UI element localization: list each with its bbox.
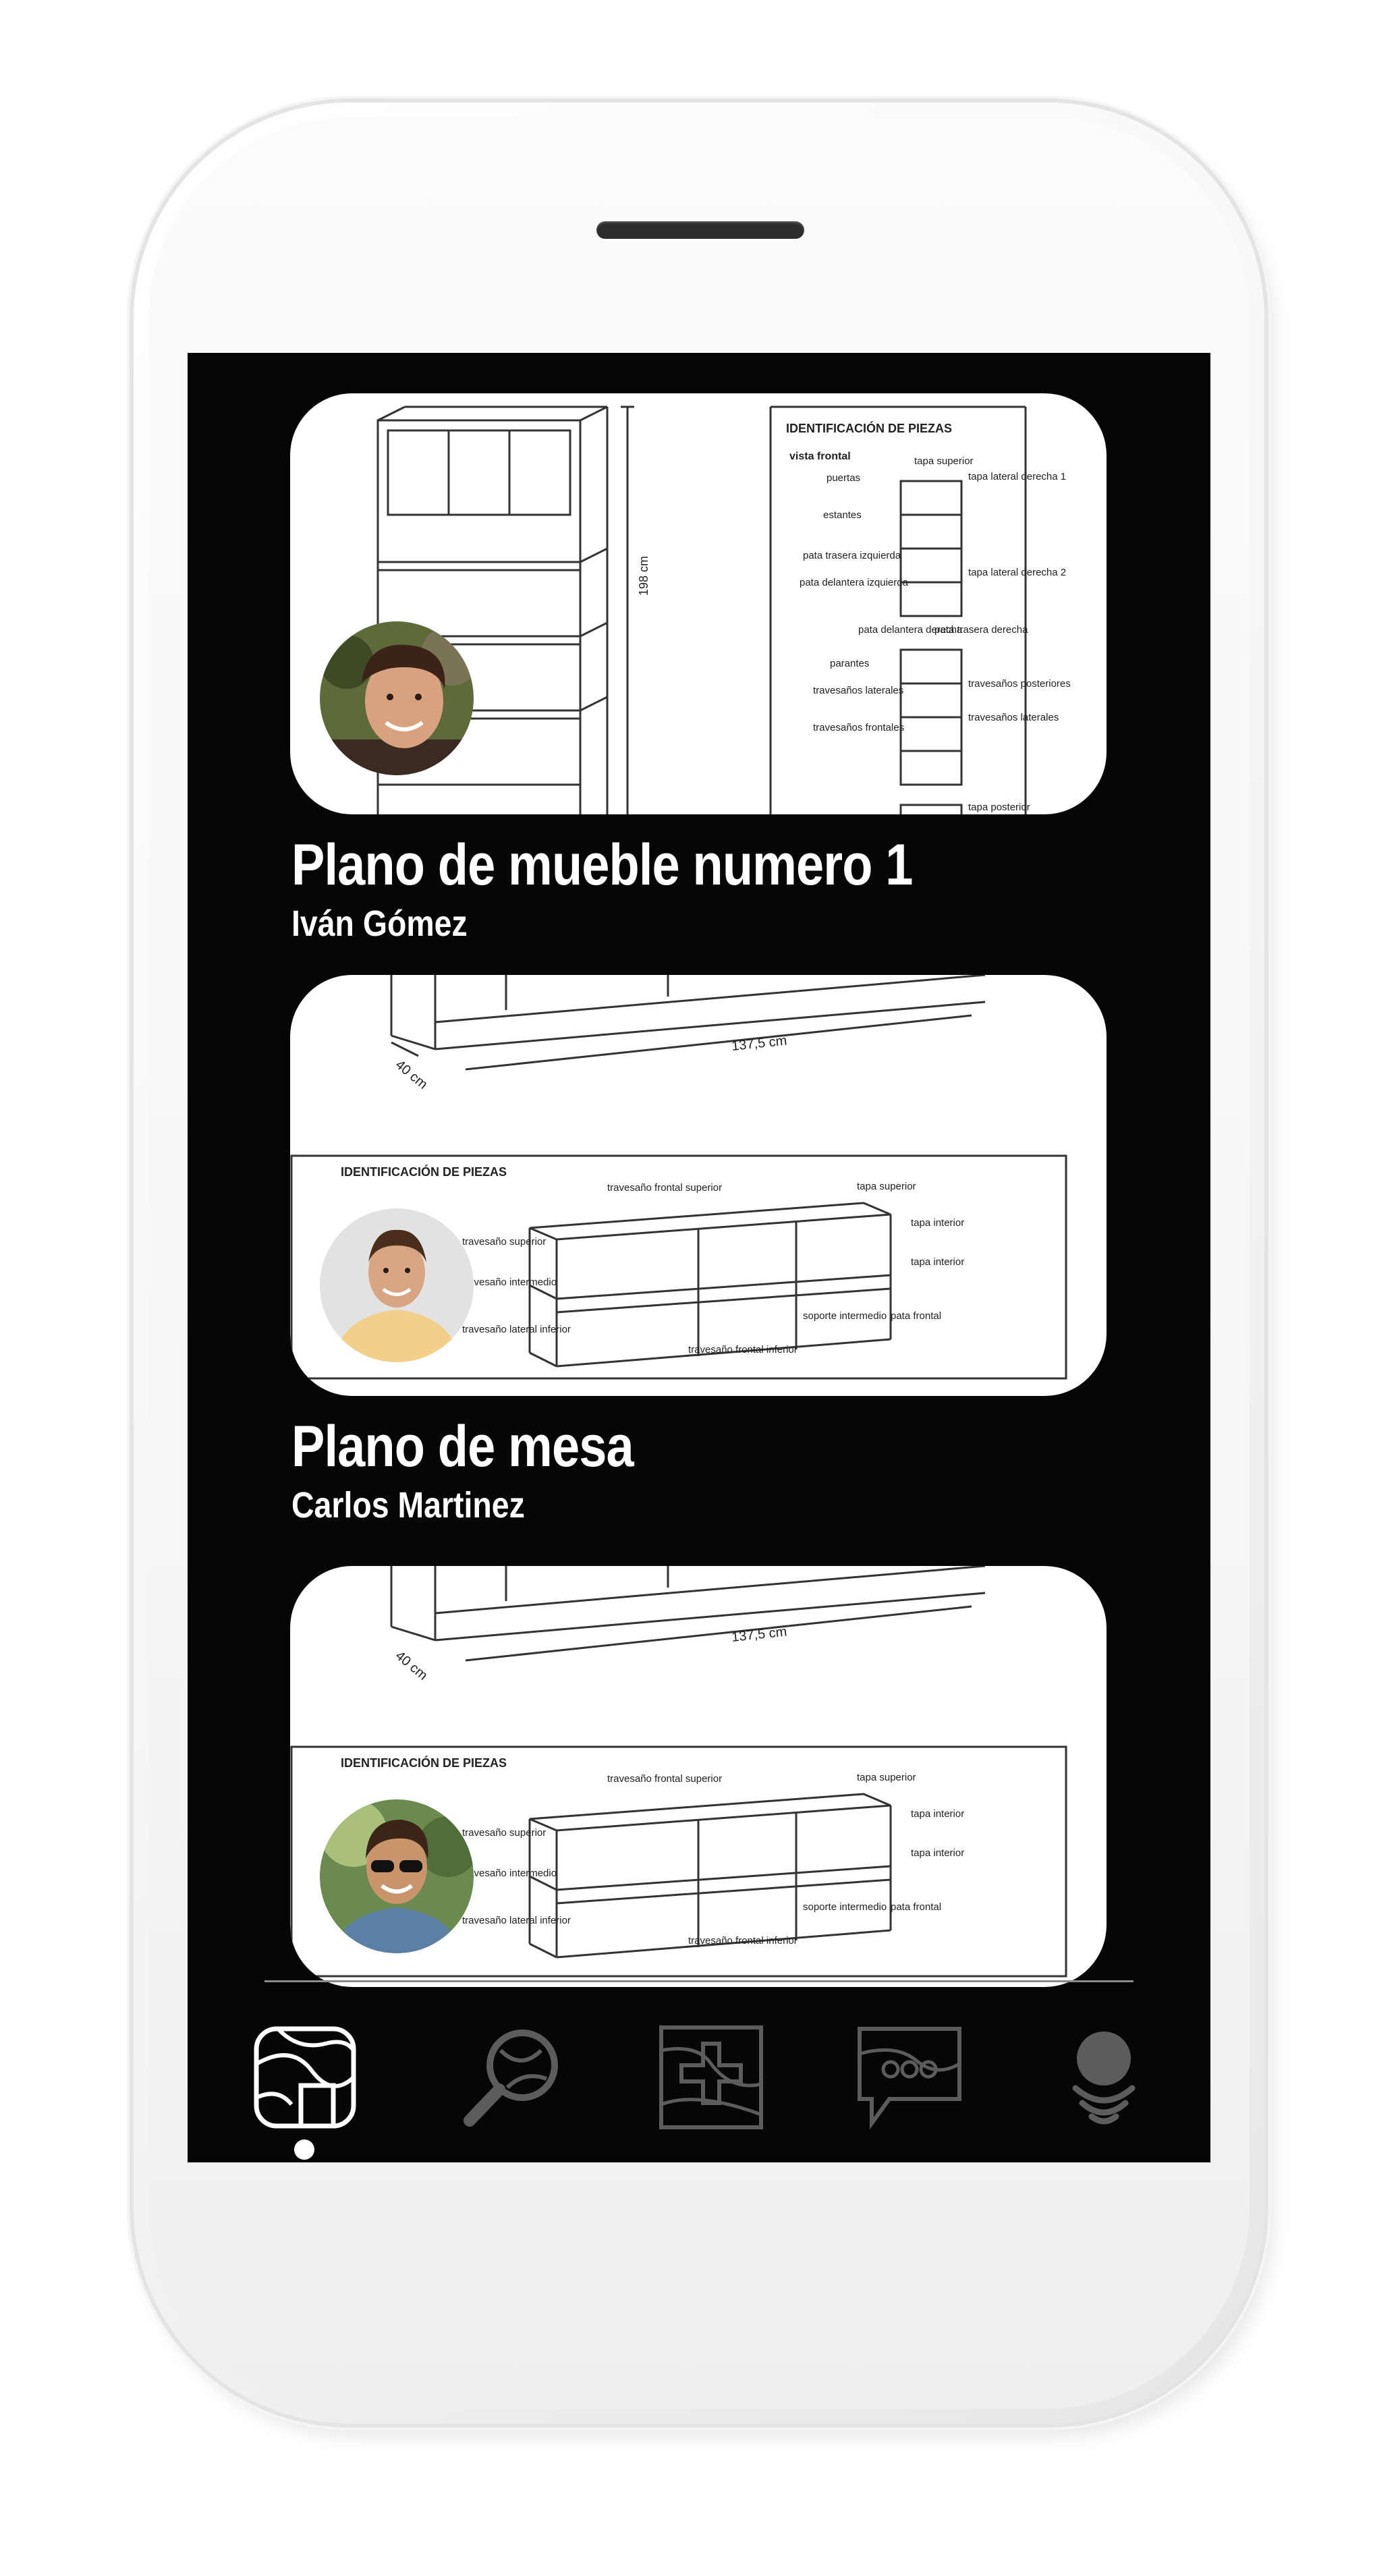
phone-speaker	[596, 221, 804, 239]
svg-text:travesaños laterales: travesaños laterales	[968, 712, 1059, 723]
home-plans-icon	[254, 2026, 356, 2129]
svg-text:travesaños posteriores: travesaños posteriores	[968, 678, 1071, 690]
nav-home[interactable]	[251, 2023, 359, 2131]
plan-author[interactable]: Iván Gómez	[291, 903, 468, 945]
svg-text:tapa superior: tapa superior	[857, 1772, 916, 1783]
active-indicator	[294, 2139, 314, 2160]
svg-text:travesaño lateral inferior: travesaño lateral inferior	[462, 1324, 571, 1335]
svg-text:tapa interior: tapa interior	[911, 1808, 964, 1820]
svg-text:tapa interior: tapa interior	[911, 1256, 964, 1268]
svg-text:travesaño intermedio: travesaño intermedio	[462, 1277, 557, 1288]
width-dimension: 137,5 cm	[731, 1624, 787, 1644]
svg-text:pata delantera izquierda: pata delantera izquierda	[800, 577, 909, 588]
svg-text:pata frontal: pata frontal	[891, 1901, 941, 1913]
nav-profile[interactable]	[1050, 2023, 1158, 2131]
svg-text:soporte intermedio: soporte intermedio	[803, 1901, 887, 1913]
svg-text:travesaño superior: travesaño superior	[462, 1236, 546, 1248]
nav-add-plan[interactable]	[657, 2023, 765, 2131]
svg-text:pata trasera derecha: pata trasera derecha	[934, 624, 1028, 636]
svg-text:tapa lateral derecha 1: tapa lateral derecha 1	[968, 471, 1066, 482]
svg-text:pata trasera izquierda: pata trasera izquierda	[803, 550, 901, 561]
chat-icon	[858, 2027, 961, 2130]
svg-text:pata frontal: pata frontal	[891, 1310, 941, 1322]
svg-text:soporte intermedio: soporte intermedio	[803, 1310, 887, 1322]
svg-text:tapa posterior: tapa posterior	[968, 802, 1030, 813]
depth-dimension: 40 cm	[393, 1057, 430, 1092]
nav-search[interactable]	[460, 2023, 568, 2131]
width-dimension: 137,5 cm	[731, 1033, 787, 1053]
depth-dimension: 40 cm	[393, 1648, 430, 1683]
svg-text:estantes: estantes	[823, 509, 862, 521]
plan-card-image[interactable]: 40 cm 137,5 cm IDENTIFICACIÓN DE PIEZAS …	[290, 975, 1107, 1396]
svg-text:parantes: parantes	[830, 658, 869, 669]
nav-divider	[264, 1980, 1134, 1982]
dimension-label: 198 cm	[637, 556, 650, 596]
plan-title[interactable]: Plano de mueble numero 1	[291, 832, 913, 899]
author-avatar[interactable]	[320, 1799, 474, 1953]
svg-text:tapa superior: tapa superior	[857, 1181, 916, 1192]
svg-text:travesaños laterales: travesaños laterales	[813, 685, 903, 696]
drawing-heading: IDENTIFICACIÓN DE PIEZAS	[341, 1165, 507, 1179]
drawing-heading: IDENTIFICACIÓN DE PIEZAS	[786, 421, 952, 435]
svg-text:travesaños frontales: travesaños frontales	[813, 722, 904, 733]
app-screen: 198 cm IDENTIFICACIÓN DE PIEZAS vista fr…	[188, 353, 1210, 2162]
svg-text:travesaño frontal superior: travesaño frontal superior	[607, 1182, 722, 1194]
svg-text:tapa superior: tapa superior	[914, 455, 974, 467]
nav-chat[interactable]	[856, 2023, 963, 2131]
svg-text:travesaño intermedio: travesaño intermedio	[462, 1868, 557, 1879]
plan-title[interactable]: Plano de mesa	[291, 1413, 634, 1480]
svg-text:travesaño frontal inferior: travesaño frontal inferior	[688, 1935, 798, 1947]
svg-text:tapa interior: tapa interior	[911, 1217, 964, 1229]
author-avatar[interactable]	[320, 1208, 474, 1362]
svg-text:puertas: puertas	[827, 472, 860, 484]
svg-text:travesaño superior: travesaño superior	[462, 1827, 546, 1839]
svg-text:travesaño frontal inferior: travesaño frontal inferior	[688, 1344, 798, 1355]
svg-text:travesaño lateral inferior: travesaño lateral inferior	[462, 1915, 571, 1926]
search-icon	[464, 2029, 558, 2127]
plan-card-image[interactable]: 198 cm IDENTIFICACIÓN DE PIEZAS vista fr…	[290, 393, 1107, 814]
drawing-subheading: vista frontal	[789, 451, 851, 462]
profile-icon	[1072, 2032, 1136, 2125]
drawing-heading: IDENTIFICACIÓN DE PIEZAS	[341, 1756, 507, 1770]
svg-text:travesaño frontal superior: travesaño frontal superior	[607, 1773, 722, 1785]
plan-author[interactable]: Carlos Martinez	[291, 1484, 525, 1526]
add-plan-icon	[659, 2025, 763, 2129]
svg-text:tapa interior: tapa interior	[911, 1847, 964, 1859]
plan-card-image[interactable]: 40 cm 137,5 cm IDENTIFICACIÓN DE PIEZAS …	[290, 1566, 1107, 1987]
author-avatar[interactable]	[320, 621, 474, 775]
svg-text:tapa lateral derecha 2: tapa lateral derecha 2	[968, 567, 1066, 578]
